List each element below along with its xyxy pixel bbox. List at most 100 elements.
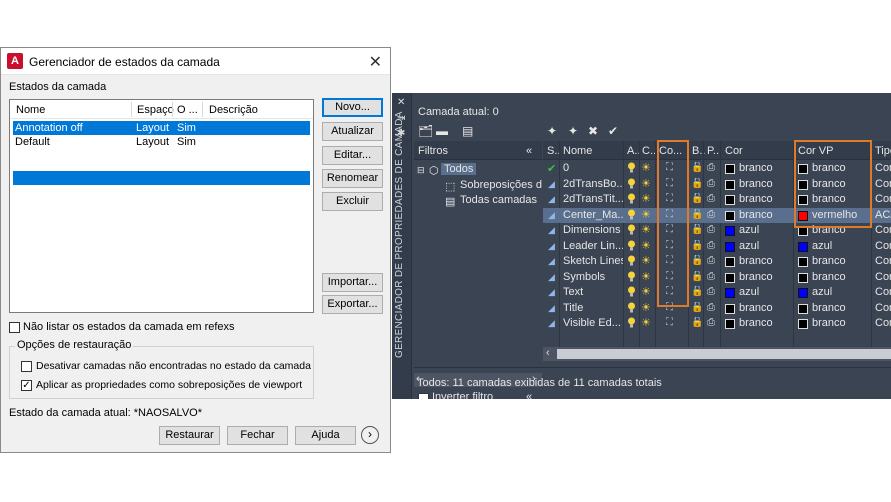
vp-color-swatch[interactable]: [798, 272, 808, 283]
help-button[interactable]: Ajuda: [295, 426, 356, 445]
layer-color[interactable]: branco: [739, 209, 773, 221]
layer-color[interactable]: azul: [739, 240, 759, 252]
color-swatch[interactable]: [725, 272, 735, 283]
layer-color[interactable]: branco: [739, 271, 773, 283]
layer-row[interactable]: ◢ Visible Ed... ☀ ⛶ 🔓 ⎙ branco branco Con: [543, 316, 891, 332]
plot-printer-icon[interactable]: ⎙: [707, 178, 715, 189]
unlock-icon[interactable]: 🔓: [691, 178, 703, 189]
layer-name[interactable]: Center_Ma...: [563, 209, 623, 221]
plot-printer-icon[interactable]: ⎙: [707, 240, 715, 251]
edit-button[interactable]: Editar...: [322, 146, 383, 165]
layer-row[interactable]: ◢Sketch Lines☀⛶🔓⎙brancobrancoCon: [543, 254, 891, 270]
layer-linetype[interactable]: Con: [875, 178, 891, 190]
sun-thaw-icon[interactable]: ☀: [641, 285, 651, 298]
layer-color[interactable]: branco: [739, 178, 773, 190]
unlock-icon[interactable]: 🔓: [691, 224, 703, 235]
layer-name[interactable]: Text: [563, 286, 623, 298]
layer-color[interactable]: branco: [739, 317, 773, 329]
vp-color-swatch[interactable]: [798, 288, 808, 298]
layer-color[interactable]: branco: [739, 162, 773, 174]
layer-name[interactable]: Sketch Lines: [563, 255, 623, 267]
more-options-icon[interactable]: ›: [361, 426, 379, 444]
restore-button[interactable]: Restaurar: [159, 426, 220, 445]
sun-thaw-icon[interactable]: ☀: [641, 254, 651, 267]
color-swatch[interactable]: [725, 164, 735, 174]
color-swatch[interactable]: [725, 288, 735, 298]
layer-linetype[interactable]: Con: [875, 302, 891, 314]
vp-color-swatch[interactable]: [798, 303, 808, 314]
disable-missing-layers-checkbox[interactable]: [21, 361, 32, 372]
vp-color-swatch[interactable]: [798, 319, 808, 329]
state-row-annotation-off[interactable]: [13, 171, 310, 185]
layer-color[interactable]: branco: [739, 302, 773, 314]
layer-name[interactable]: 0: [563, 162, 623, 174]
lightbulb-on-icon[interactable]: [627, 302, 636, 313]
plot-printer-icon[interactable]: ⎙: [707, 271, 715, 282]
new-group-filter-icon[interactable]: ▬: [436, 124, 448, 138]
sun-thaw-icon[interactable]: ☀: [641, 208, 651, 221]
sun-thaw-icon[interactable]: ☀: [641, 301, 651, 314]
unlock-icon[interactable]: 🔓: [691, 162, 703, 173]
unlock-icon[interactable]: 🔓: [691, 271, 703, 282]
lightbulb-on-icon[interactable]: [627, 240, 636, 251]
color-swatch[interactable]: [725, 319, 735, 329]
layer-color[interactable]: branco: [739, 255, 773, 267]
unlock-icon[interactable]: 🔓: [691, 209, 703, 220]
export-button[interactable]: Exportar...: [322, 295, 383, 314]
new-button[interactable]: Novo...: [322, 98, 383, 117]
layer-vp-color[interactable]: branco: [812, 271, 846, 283]
delete-button[interactable]: Excluir: [322, 192, 383, 211]
table-row[interactable]: Annotation off Layout Sim: [13, 121, 310, 135]
sun-thaw-icon[interactable]: ☀: [641, 270, 651, 283]
layer-vp-color[interactable]: branco: [812, 317, 846, 329]
import-button[interactable]: Importar...: [322, 273, 383, 292]
color-swatch[interactable]: [725, 226, 735, 236]
unlock-icon[interactable]: 🔓: [691, 255, 703, 266]
close-icon[interactable]: ✕: [397, 97, 405, 108]
layer-row[interactable]: ◢Text☀⛶🔓⎙azulazulCon: [543, 285, 891, 301]
layer-vp-color[interactable]: branco: [812, 255, 846, 267]
vp-color-swatch[interactable]: [798, 257, 808, 267]
sun-thaw-icon[interactable]: ☀: [641, 192, 651, 205]
lightbulb-on-icon[interactable]: [627, 209, 636, 220]
plot-printer-icon[interactable]: ⎙: [707, 224, 715, 235]
layer-row[interactable]: ◢Title☀⛶🔓⎙brancobrancoCon: [543, 301, 891, 317]
layer-linetype[interactable]: ACA: [875, 209, 891, 221]
column-header-linetype[interactable]: Tipo: [875, 145, 891, 157]
layer-row[interactable]: ◢Leader Lin...☀⛶🔓⎙azulazulCon: [543, 239, 891, 255]
delete-layer-icon[interactable]: ✖: [588, 124, 598, 138]
column-header-o[interactable]: O ...: [177, 104, 198, 116]
column-header-plot[interactable]: P..: [707, 145, 719, 157]
sun-thaw-icon[interactable]: ☀: [641, 223, 651, 236]
plot-printer-icon[interactable]: ⎙: [707, 302, 715, 313]
plot-printer-icon[interactable]: ⎙: [707, 286, 715, 297]
lightbulb-on-icon[interactable]: [627, 286, 636, 297]
set-current-icon[interactable]: ✔: [608, 124, 618, 138]
tree-item-overrides[interactable]: Sobreposições d: [460, 179, 542, 191]
layer-linetype[interactable]: Con: [875, 317, 891, 329]
layer-linetype[interactable]: Con: [875, 255, 891, 267]
sun-thaw-icon[interactable]: ☀: [641, 177, 651, 190]
plot-printer-icon[interactable]: ⎙: [707, 193, 715, 204]
sun-thaw-icon[interactable]: ☀: [641, 161, 651, 174]
unlock-icon[interactable]: 🔓: [691, 240, 703, 251]
lightbulb-on-icon[interactable]: [627, 255, 636, 266]
plot-printer-icon[interactable]: ⎙: [707, 255, 715, 266]
layer-linetype[interactable]: Con: [875, 240, 891, 252]
close-icon[interactable]: ✕: [369, 52, 382, 72]
layer-name[interactable]: Visible Ed...: [563, 317, 623, 329]
layer-row[interactable]: ◢Symbols☀⛶🔓⎙brancobrancoCon: [543, 270, 891, 286]
collapse-filters-icon[interactable]: «: [526, 145, 532, 157]
layer-linetype[interactable]: Con: [875, 271, 891, 283]
lightbulb-on-icon[interactable]: [627, 162, 636, 173]
tree-collapse-icon[interactable]: ⊟: [417, 165, 425, 176]
layer-name[interactable]: 2dTransBo...: [563, 178, 623, 190]
layer-name[interactable]: 2dTransTit...: [563, 193, 623, 205]
new-layer-icon[interactable]: ✦: [547, 124, 557, 138]
lightbulb-on-icon[interactable]: [627, 193, 636, 204]
layer-states-icon[interactable]: ▤: [462, 124, 473, 138]
table-row[interactable]: Default Layout Sim: [13, 135, 310, 149]
layer-name[interactable]: Title: [563, 302, 623, 314]
layer-vp-color[interactable]: azul: [812, 286, 832, 298]
column-header-name[interactable]: Nome: [16, 104, 45, 116]
